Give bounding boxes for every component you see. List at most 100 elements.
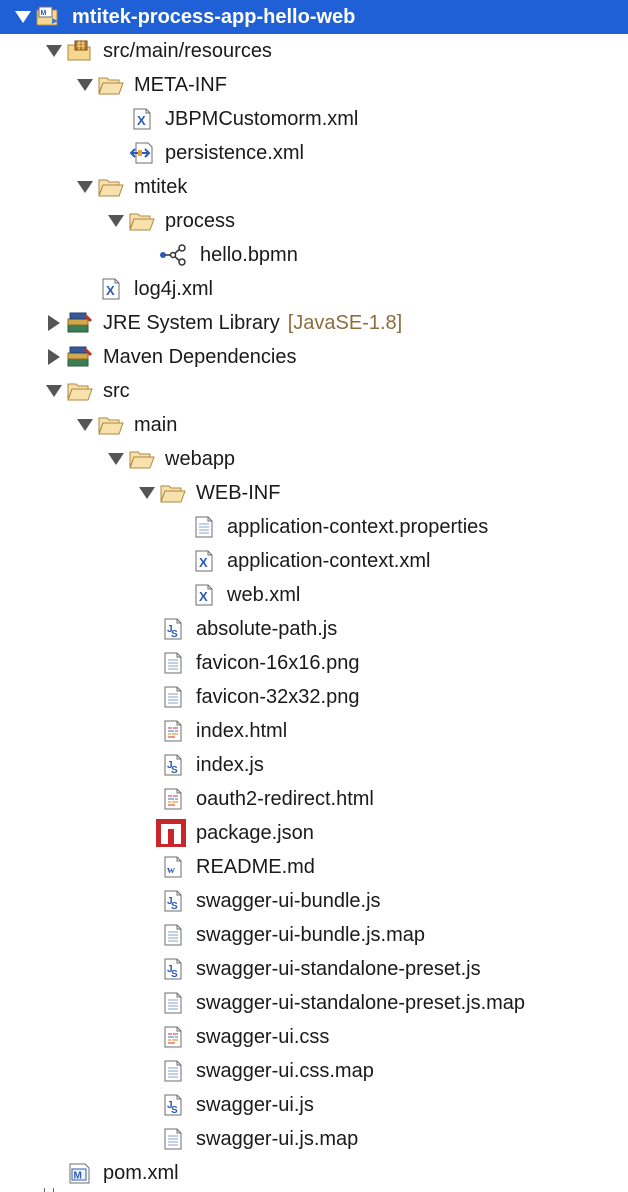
- word-file-icon: w: [160, 855, 186, 879]
- tree-row[interactable]: J S absolute-path.js: [0, 612, 628, 646]
- tree-item-label: pom.xml: [103, 1156, 179, 1190]
- tree-item-label: index.html: [196, 714, 287, 748]
- tree-item-label: application-context.properties: [227, 510, 488, 544]
- tree-row[interactable]: Maven Dependencies: [0, 340, 628, 374]
- tree-item-label: application-context.xml: [227, 544, 430, 578]
- collapse-arrow-icon[interactable]: [138, 476, 156, 510]
- tree-row[interactable]: swagger-ui.css: [0, 1020, 628, 1054]
- text-file-icon: [191, 515, 217, 539]
- tree-item-text: hello.bpmn: [200, 244, 298, 266]
- tree-item-text: swagger-ui-standalone-preset.js.map: [196, 992, 526, 1014]
- collapse-arrow-icon[interactable]: [14, 0, 32, 34]
- tree-row[interactable]: index.html: [0, 714, 628, 748]
- tree-item-text: absolute-path.js: [196, 618, 338, 640]
- tree-row[interactable]: Mpom.xml: [0, 1156, 628, 1190]
- tree-row[interactable]: J S swagger-ui-bundle.js: [0, 884, 628, 918]
- tree-item-label: log4j.xml: [134, 272, 213, 306]
- tree-item-label: mtitek: [134, 170, 187, 204]
- tree-row[interactable]: src: [0, 374, 628, 408]
- xml-file-icon: X: [191, 549, 217, 573]
- expand-arrow-icon[interactable]: [45, 306, 63, 340]
- tree-item-text: WEB-INF: [196, 482, 281, 504]
- folder-open-icon: [98, 413, 124, 437]
- tree-row[interactable]: webapp: [0, 442, 628, 476]
- svg-text:S: S: [171, 765, 178, 776]
- tree-item-text: META-INF: [134, 74, 227, 96]
- xml-file-icon: X: [191, 583, 217, 607]
- svg-text:X: X: [199, 589, 208, 604]
- tree-item-text: src: [103, 380, 130, 402]
- tree-item-label: JRE System Library [JavaSE-1.8]: [103, 306, 402, 340]
- text-file-icon: [160, 1059, 186, 1083]
- tree-row[interactable]: J S swagger-ui.js: [0, 1088, 628, 1122]
- collapse-arrow-icon[interactable]: [45, 34, 63, 68]
- tree-row[interactable]: J S index.js: [0, 748, 628, 782]
- xml-file-icon: X: [98, 277, 124, 301]
- tree-item-text: process: [165, 210, 236, 232]
- collapse-arrow-icon[interactable]: [107, 204, 125, 238]
- library-icon: [67, 345, 93, 369]
- tree-item-text: index.js: [196, 754, 264, 776]
- folder-open-icon: [160, 481, 186, 505]
- tree-item-text: oauth2-redirect.html: [196, 788, 374, 810]
- tree-row[interactable]: WEB-INF: [0, 476, 628, 510]
- bpmn-file-icon: [158, 243, 188, 267]
- text-file-icon: [160, 685, 186, 709]
- tree-row[interactable]: w README.md: [0, 850, 628, 884]
- tree-row[interactable]: process: [0, 204, 628, 238]
- tree-row[interactable]: Xapplication-context.xml: [0, 544, 628, 578]
- collapse-arrow-icon[interactable]: [76, 408, 94, 442]
- tree-item-text: swagger-ui-bundle.js: [196, 890, 381, 912]
- tree-row[interactable]: Mmtitek-process-app-hello-web: [0, 0, 628, 34]
- tree-row[interactable]: Xweb.xml: [0, 578, 628, 612]
- tree-row[interactable]: application-context.properties: [0, 510, 628, 544]
- project-icon: M: [36, 5, 62, 29]
- tree-row[interactable]: JRE System Library [JavaSE-1.8]: [0, 306, 628, 340]
- tree-row[interactable]: favicon-32x32.png: [0, 680, 628, 714]
- tree-row[interactable]: J S swagger-ui-standalone-preset.js: [0, 952, 628, 986]
- collapse-arrow-icon[interactable]: [76, 170, 94, 204]
- tree-row[interactable]: persistence.xml: [0, 136, 628, 170]
- tree-row[interactable]: swagger-ui-standalone-preset.js.map: [0, 986, 628, 1020]
- tree-row[interactable]: main: [0, 408, 628, 442]
- tree-row[interactable]: swagger-ui.css.map: [0, 1054, 628, 1088]
- svg-text:S: S: [171, 969, 178, 980]
- tree-row[interactable]: oauth2-redirect.html: [0, 782, 628, 816]
- tree-item-text: swagger-ui.css.map: [196, 1060, 374, 1082]
- collapse-arrow-icon[interactable]: [76, 68, 94, 102]
- tree-row[interactable]: META-INF: [0, 68, 628, 102]
- js-file-icon: JS: [160, 617, 186, 641]
- svg-text:M: M: [74, 1171, 82, 1182]
- library-icon: [67, 311, 93, 335]
- expand-arrow-icon[interactable]: [45, 340, 63, 374]
- tree-item-label: README.md: [196, 850, 315, 884]
- npm-file-icon: [156, 819, 186, 847]
- tree-item-label: index.js: [196, 748, 264, 782]
- tree-row[interactable]: X JBPMCustomorm.xml: [0, 102, 628, 136]
- tree-item-label: swagger-ui-bundle.js: [196, 884, 381, 918]
- folder-open-icon: [98, 73, 124, 97]
- collapse-arrow-icon[interactable]: [45, 374, 63, 408]
- tree-item-text: webapp: [165, 448, 236, 470]
- tree-item-label: oauth2-redirect.html: [196, 782, 374, 816]
- tree-item-label: absolute-path.js: [196, 612, 337, 646]
- tree-row[interactable]: src/main/resources: [0, 34, 628, 68]
- tree-item-label: Maven Dependencies: [103, 340, 296, 374]
- tree-item-label: JBPMCustomorm.xml: [165, 102, 358, 136]
- tree-item-label: package.json: [196, 816, 314, 850]
- tree-item-text: README.md: [196, 856, 315, 878]
- tree-row[interactable]: favicon-16x16.png: [0, 646, 628, 680]
- tree-item-text: pom.xml: [103, 1162, 179, 1184]
- tree-row[interactable]: mtitek: [0, 170, 628, 204]
- tree-row[interactable]: hello.bpmn: [0, 238, 628, 272]
- collapse-arrow-icon[interactable]: [107, 442, 125, 476]
- tree-row[interactable]: swagger-ui.js.map: [0, 1122, 628, 1156]
- tree-row[interactable]: package.json: [0, 816, 628, 850]
- xml-file-icon: X: [129, 107, 155, 131]
- tree-item-text: Maven Dependencies: [103, 346, 297, 368]
- tree-item-text: swagger-ui.css: [196, 1026, 330, 1048]
- tree-row[interactable]: Xlog4j.xml: [0, 272, 628, 306]
- tree-row[interactable]: swagger-ui-bundle.js.map: [0, 918, 628, 952]
- tree-item-text: swagger-ui-standalone-preset.js: [196, 958, 481, 980]
- tree-item-text: main: [134, 414, 178, 436]
